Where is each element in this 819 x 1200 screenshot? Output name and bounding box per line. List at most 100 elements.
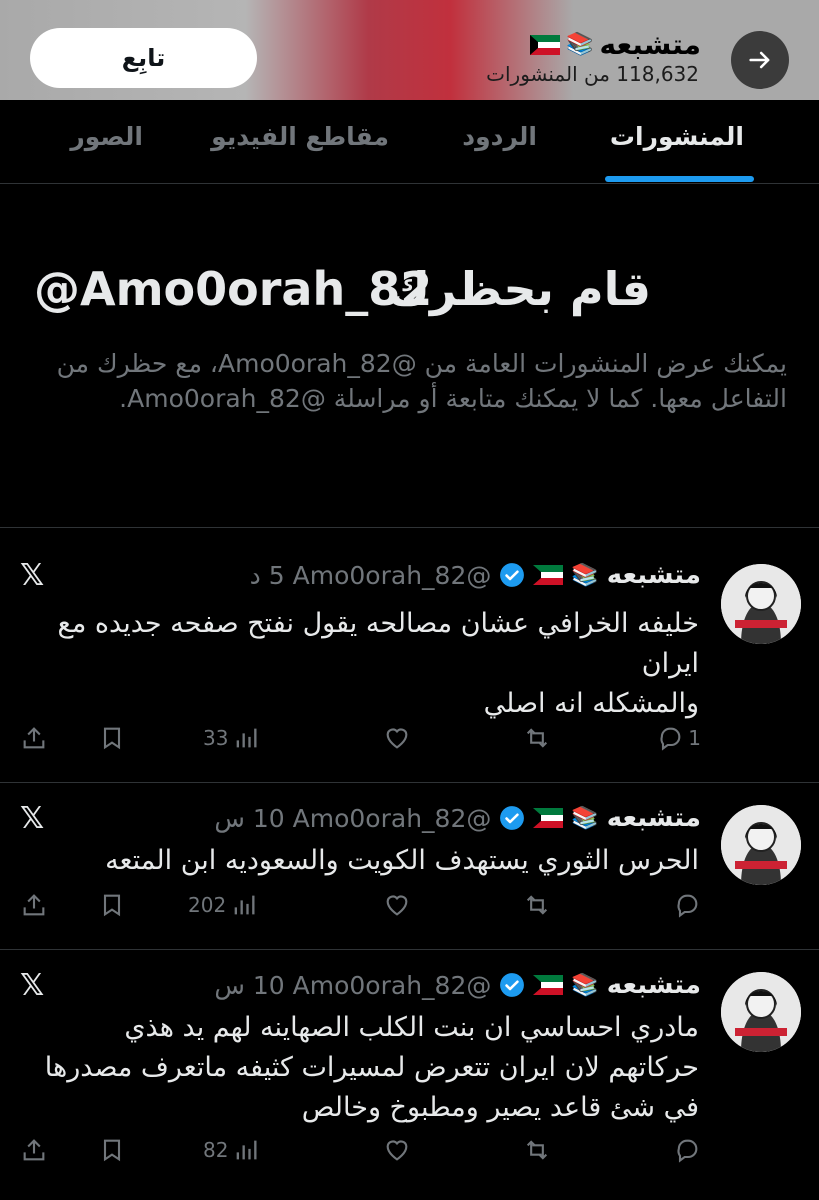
- reply-count: 1: [688, 726, 701, 750]
- reply-button[interactable]: [673, 1136, 701, 1164]
- profile-name: متشبعه: [599, 28, 701, 61]
- blocked-handle: @Amo0orah_82: [34, 262, 433, 316]
- tweet-text: خليفه الخرافي عشان مصالحه يقول نفتح صفحه…: [19, 604, 699, 724]
- like-button[interactable]: [383, 1136, 411, 1164]
- like-button[interactable]: [383, 891, 411, 919]
- follow-button[interactable]: تابِع: [30, 28, 257, 88]
- kuwait-flag-icon: [533, 975, 564, 995]
- tweet-header: متشبعه 📚 @Amo0orah_82 10 س: [214, 803, 701, 833]
- tab-photos[interactable]: الصور: [70, 122, 143, 151]
- retweet-button[interactable]: [523, 724, 551, 752]
- avatar[interactable]: [721, 564, 801, 644]
- retweet-button[interactable]: [523, 1136, 551, 1164]
- bookmark-icon: [103, 1139, 121, 1162]
- tab-videos[interactable]: مقاطع الفيديو: [211, 122, 389, 151]
- tweet-actions: 82: [0, 1136, 819, 1176]
- retweet-button[interactable]: [523, 891, 551, 919]
- bookmark-button[interactable]: [98, 891, 126, 919]
- verified-badge-icon: [500, 563, 525, 587]
- retweet-icon: [526, 1140, 548, 1160]
- avatar-illustration-icon: [721, 805, 801, 885]
- header-name-row: متشبعه 📚: [530, 28, 701, 61]
- tweet[interactable]: متشبعه 📚 @Amo0orah_82 10 س 𝕏 الحرس الثور…: [0, 783, 819, 949]
- tab-posts[interactable]: المنشورات: [610, 122, 744, 151]
- avatar-illustration-icon: [721, 564, 801, 644]
- tweet-line: حركاتهم لان ايران تتعرض لمسيرات كثيفه ما…: [44, 1052, 699, 1083]
- views-button[interactable]: 33: [203, 724, 260, 752]
- avatar-illustration-icon: [721, 972, 801, 1052]
- views-count: 82: [203, 1138, 229, 1162]
- tweet-author-name[interactable]: متشبعه: [607, 970, 701, 1000]
- share-button[interactable]: [20, 724, 48, 752]
- reply-icon: [677, 894, 698, 918]
- tweet-line: ايران: [641, 648, 699, 679]
- kuwait-flag-icon: [533, 565, 564, 585]
- reply-button[interactable]: [673, 891, 701, 919]
- tweet-text: الحرس الثوري يستهدف الكويت والسعوديه ابن…: [19, 841, 699, 881]
- books-emoji: 📚: [571, 805, 599, 831]
- share-icon: [23, 1139, 45, 1161]
- verified-badge-icon: [500, 973, 525, 997]
- bookmark-button[interactable]: [98, 724, 126, 752]
- bookmark-icon: [103, 894, 121, 917]
- verified-badge-icon: [500, 806, 525, 830]
- tweet-time[interactable]: 5 د: [250, 561, 285, 590]
- x-logo-icon: 𝕏: [20, 968, 45, 1003]
- tweet-line: في شئ قاعد يصير ومطبوخ وخالص: [301, 1092, 699, 1123]
- profile-tabs: المنشورات الردود مقاطع الفيديو الصور: [0, 100, 819, 184]
- heart-icon: [386, 895, 408, 916]
- x-logo-icon: 𝕏: [20, 801, 45, 836]
- heart-icon: [386, 728, 408, 749]
- views-icon: [237, 1140, 257, 1160]
- bookmark-button[interactable]: [98, 1136, 126, 1164]
- tweet-text: مادري احساسي ان بنت الكلب الصهاينه لهم ي…: [19, 1008, 699, 1128]
- kuwait-flag-icon: [530, 34, 561, 55]
- tweet-handle[interactable]: @Amo0orah_82: [293, 971, 492, 1000]
- reply-button[interactable]: 1: [656, 724, 701, 752]
- tweet-time[interactable]: 10 س: [214, 804, 284, 833]
- books-emoji: 📚: [571, 972, 599, 998]
- tweet-header: متشبعه 📚 @Amo0orah_82 5 د: [250, 560, 701, 590]
- tweet-line: خليفه الخرافي عشان مصالحه يقول نفتح صفحه…: [57, 608, 699, 639]
- tweet[interactable]: متشبعه 📚 @Amo0orah_82 10 س 𝕏 مادري احساس…: [0, 950, 819, 1200]
- share-button[interactable]: [20, 891, 48, 919]
- share-icon: [23, 894, 45, 916]
- retweet-icon: [526, 728, 548, 748]
- reply-icon: [677, 1139, 698, 1163]
- blocked-description: يمكنك عرض المنشورات العامة من @Amo0orah_…: [56, 349, 787, 413]
- tweet-author-name[interactable]: متشبعه: [607, 803, 701, 833]
- x-logo-icon: 𝕏: [20, 558, 45, 593]
- tab-replies[interactable]: الردود: [462, 122, 537, 151]
- tweet-line: الحرس الثوري يستهدف الكويت والسعوديه ابن…: [105, 845, 699, 876]
- tweet-actions: 1 33: [0, 724, 819, 764]
- retweet-icon: [526, 895, 548, 915]
- tweet-header: متشبعه 📚 @Amo0orah_82 10 س: [214, 970, 701, 1000]
- tweet-time[interactable]: 10 س: [214, 971, 284, 1000]
- views-count: 202: [188, 893, 227, 917]
- views-button[interactable]: 202: [188, 891, 258, 919]
- reply-icon: [660, 727, 681, 751]
- like-button[interactable]: [383, 724, 411, 752]
- heart-icon: [386, 1140, 408, 1161]
- tweet-author-name[interactable]: متشبعه: [607, 560, 701, 590]
- kuwait-flag-icon: [533, 808, 564, 828]
- active-tab-indicator: [605, 176, 754, 182]
- avatar[interactable]: [721, 805, 801, 885]
- tweet-handle[interactable]: @Amo0orah_82: [293, 804, 492, 833]
- back-button[interactable]: [731, 31, 789, 89]
- avatar[interactable]: [721, 972, 801, 1052]
- share-button[interactable]: [20, 1136, 48, 1164]
- post-count: 118,632 من المنشورات: [486, 62, 699, 86]
- bookmark-icon: [103, 727, 121, 750]
- views-icon: [234, 895, 255, 915]
- books-emoji: 📚: [571, 562, 599, 588]
- tweet-line: مادري احساسي ان بنت الكلب الصهاينه لهم ي…: [124, 1012, 699, 1043]
- tweet[interactable]: متشبعه 📚 @Amo0orah_82 5 د 𝕏 خليفه الخراف…: [0, 528, 819, 782]
- views-count: 33: [203, 726, 229, 750]
- profile-header: متشبعه 📚 118,632 من المنشورات تابِع: [0, 0, 819, 100]
- views-icon: [237, 728, 257, 748]
- views-button[interactable]: 82: [203, 1136, 260, 1164]
- tweet-actions: 202: [0, 891, 819, 931]
- tweet-handle[interactable]: @Amo0orah_82: [293, 561, 492, 590]
- books-emoji: 📚: [566, 32, 594, 57]
